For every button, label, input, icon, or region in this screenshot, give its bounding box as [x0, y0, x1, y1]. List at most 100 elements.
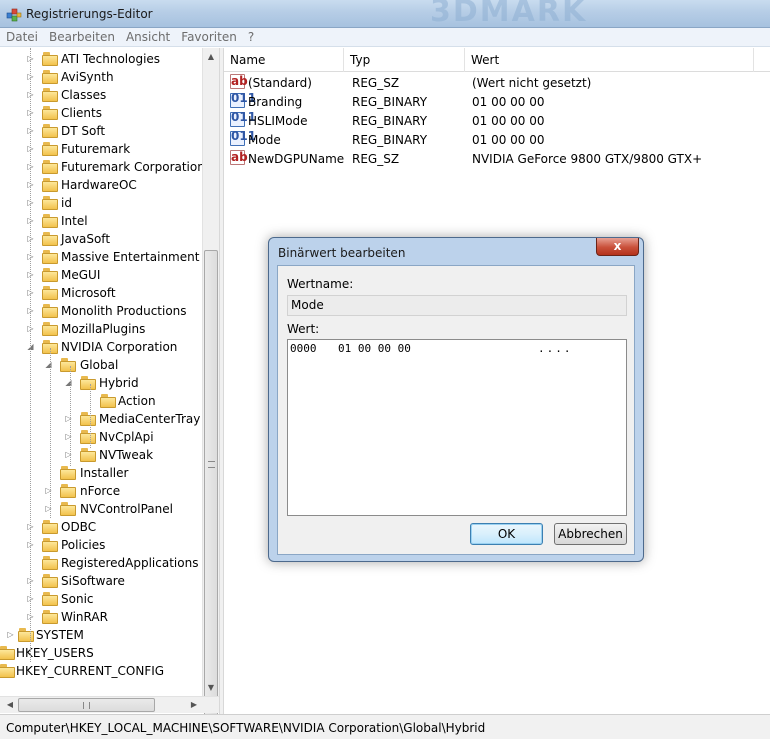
tree-item-label: Installer — [80, 466, 129, 480]
tree-item-label: nForce — [80, 484, 121, 498]
folder-icon — [42, 160, 58, 174]
tree-item-label: NvCplApi — [99, 430, 154, 444]
tree-item-label: ODBC — [61, 520, 97, 534]
folder-icon — [42, 250, 58, 264]
folder-icon — [60, 358, 76, 372]
list-item[interactable]: ab NewDGPUName REG_SZ NVIDIA GeForce 9800 G… — [224, 150, 770, 169]
column-header-type[interactable]: Typ — [344, 48, 465, 72]
background-logo-image: 3DMARK — [430, 0, 588, 29]
scrollbar-thumb[interactable] — [204, 250, 218, 720]
cell-value: NVIDIA GeForce 9800 GTX/9800 GTX+ — [472, 152, 703, 166]
folder-icon — [42, 610, 58, 624]
tree-item-label: NVTweak — [99, 448, 154, 462]
hex-bytes[interactable]: 01 00 00 00 — [338, 342, 411, 355]
tree-item-label: Sonic — [61, 592, 94, 606]
folder-icon — [42, 88, 58, 102]
list-item[interactable]: 011 Mode REG_BINARY 01 00 00 00 — [224, 130, 770, 150]
folder-icon — [42, 142, 58, 156]
scrollbar-thumb[interactable] — [18, 698, 155, 712]
folder-icon — [100, 394, 116, 408]
tree-item-label: Massive Entertainment AB — [61, 250, 219, 264]
menu-favoriten[interactable]: Favoriten — [175, 28, 242, 44]
menu-bar: Datei Bearbeiten Ansicht Favoriten? — [0, 28, 770, 47]
ok-button[interactable]: OK — [470, 523, 543, 545]
tree-item-label: HardwareOC — [61, 178, 137, 192]
folder-icon — [42, 106, 58, 120]
tree-guide-line — [30, 48, 31, 662]
expand-arrow-icon[interactable]: ▷ — [64, 428, 73, 446]
expand-arrow-icon[interactable]: ▷ — [64, 446, 73, 464]
edit-binary-value-dialog[interactable]: Binärwert bearbeiten x Wertname: Mode We… — [268, 237, 644, 562]
menu-bearbeiten[interactable]: Bearbeiten — [43, 28, 120, 44]
menu-ansicht[interactable]: Ansicht — [120, 28, 175, 44]
cancel-button[interactable]: Abbrechen — [554, 523, 627, 545]
folder-icon — [42, 304, 58, 318]
hex-offset: 0000 — [290, 342, 317, 355]
window-title: Registrierungs-Editor — [26, 7, 153, 21]
folder-icon — [80, 448, 96, 462]
tree-horizontal-scrollbar[interactable]: ◀ ▶ — [0, 696, 219, 713]
tree-item-label: AviSynth — [61, 70, 114, 84]
menu-help[interactable]: ? — [242, 28, 259, 44]
hex-ascii[interactable]: .... — [538, 342, 573, 355]
folder-icon — [0, 664, 15, 678]
cell-name: NewDGPUName — [248, 152, 345, 166]
registry-key-tree[interactable]: ▷ ATI Technologies ▷ AviSynth ▷ Classes ▷ Clien… — [0, 48, 219, 714]
close-icon[interactable]: x — [596, 238, 639, 256]
binary-value-icon: 011 — [230, 130, 256, 146]
tree-item-label: NVControlPanel — [80, 502, 173, 516]
folder-icon — [42, 538, 58, 552]
cell-name: HSLIMode — [248, 114, 308, 128]
collapse-arrow-icon[interactable]: ◢ — [44, 356, 53, 374]
folder-icon — [42, 286, 58, 300]
cell-type: REG_BINARY — [352, 95, 428, 109]
folder-icon — [60, 466, 76, 480]
string-value-icon: ab — [230, 74, 248, 89]
folder-icon — [0, 646, 15, 660]
registry-editor-icon — [6, 8, 22, 22]
column-header-value[interactable]: Wert — [465, 48, 754, 72]
cell-name: Branding — [248, 95, 303, 109]
tree-item-label: Clients — [61, 106, 102, 120]
tree-item-label: Global — [80, 358, 119, 372]
scroll-left-icon[interactable]: ◀ — [2, 697, 18, 713]
folder-icon — [42, 268, 58, 282]
tree-vertical-scrollbar[interactable]: ▲ ▼ — [202, 48, 219, 720]
list-item[interactable]: 011 HSLIMode REG_BINARY 01 00 00 00 — [224, 111, 770, 131]
folder-icon — [42, 178, 58, 192]
expand-arrow-icon[interactable]: ▷ — [44, 482, 53, 500]
window-title-bar[interactable]: Registrierungs-Editor 3DMARK — [0, 0, 770, 29]
scroll-right-icon[interactable]: ▶ — [186, 697, 202, 713]
tree-item[interactable]: ▷HKEY_CURRENT_CONFIG — [0, 662, 202, 680]
folder-icon — [80, 430, 96, 444]
folder-icon — [42, 574, 58, 588]
cell-value: (Wert nicht gesetzt) — [472, 76, 592, 90]
cell-type: REG_SZ — [352, 76, 400, 90]
grip-icon — [208, 461, 215, 468]
collapse-arrow-icon[interactable]: ◢ — [64, 374, 73, 392]
tree-item-label: JavaSoft — [61, 232, 111, 246]
menu-datei[interactable]: Datei — [0, 28, 43, 44]
expand-arrow-icon[interactable]: ▷ — [44, 500, 53, 518]
cell-type: REG_BINARY — [352, 133, 428, 147]
tree-item-label: Action — [118, 394, 156, 408]
tree-item-label: MeGUI — [61, 268, 101, 282]
scroll-up-icon[interactable]: ▲ — [203, 48, 219, 65]
folder-icon — [42, 520, 58, 534]
tree-item-label: HKEY_USERS — [16, 646, 94, 660]
tree-item-label: Monolith Productions — [61, 304, 187, 318]
expand-arrow-icon[interactable]: ▷ — [6, 626, 15, 644]
hex-editor-field[interactable]: 0000 01 00 00 00 .... — [287, 339, 627, 516]
tree-item-label: WinRAR — [61, 610, 108, 624]
list-item[interactable]: ab (Standard) REG_SZ (Wert nicht gesetzt) — [224, 74, 770, 93]
folder-icon — [42, 232, 58, 246]
tree-item-label: Intel — [61, 214, 88, 228]
scroll-down-icon[interactable]: ▼ — [203, 679, 219, 696]
cell-name: Mode — [248, 133, 281, 147]
expand-arrow-icon[interactable]: ▷ — [64, 410, 73, 428]
list-item[interactable]: 011 Branding REG_BINARY 01 00 00 00 — [224, 92, 770, 112]
tree-guide-line — [50, 348, 51, 518]
column-header-name[interactable]: Name — [224, 48, 344, 72]
grip-icon — [83, 702, 90, 709]
tree-item-label: MediaCenterTray — [99, 412, 201, 426]
